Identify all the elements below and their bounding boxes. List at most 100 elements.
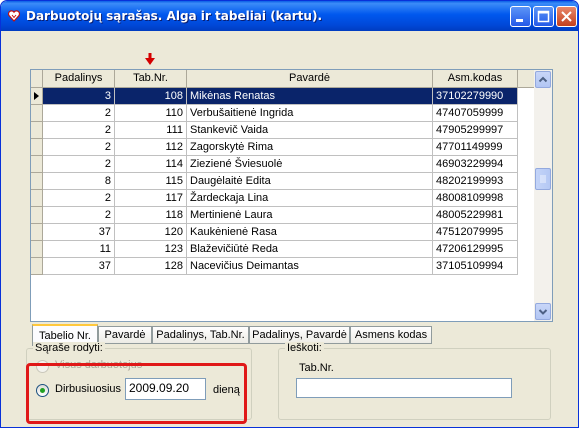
cell-pavarde[interactable]: Nacevičius Deimantas	[187, 258, 433, 275]
cell-pavarde[interactable]: Mertinienė Laura	[187, 207, 433, 224]
table-row[interactable]: 37 128 Nacevičius Deimantas 37105109994	[31, 258, 534, 275]
cell-pavarde[interactable]: Zieziené Šviesuolė	[187, 156, 433, 173]
cell-asm-kodas[interactable]: 47512079995	[433, 224, 518, 241]
row-indicator[interactable]	[31, 156, 43, 173]
cell-tab-nr[interactable]: 123	[115, 241, 187, 258]
cell-pavarde[interactable]: Mikėnas Renatas	[187, 88, 433, 105]
cell-asm-kodas[interactable]: 47407059999	[433, 105, 518, 122]
cell-pavarde[interactable]: Kaukėnienė Rasa	[187, 224, 433, 241]
cell-pavarde[interactable]: Zagorskytė Rima	[187, 139, 433, 156]
table-row[interactable]: 2 114 Zieziené Šviesuolė 46903229994	[31, 156, 534, 173]
search-legend: Ieškoti:	[285, 342, 324, 354]
cell-padalinys[interactable]: 2	[43, 122, 115, 139]
row-indicator[interactable]	[31, 258, 43, 275]
cell-asm-kodas[interactable]: 48008109998	[433, 190, 518, 207]
tab-asmens-kodas[interactable]: Asmens kodas	[350, 326, 432, 344]
cell-padalinys[interactable]: 2	[43, 190, 115, 207]
cell-tab-nr[interactable]: 118	[115, 207, 187, 224]
close-icon	[561, 11, 572, 22]
table-row[interactable]: 37 120 Kaukėnienė Rasa 47512079995	[31, 224, 534, 241]
row-indicator[interactable]	[31, 207, 43, 224]
cell-padalinys[interactable]: 3	[43, 88, 115, 105]
close-button[interactable]	[556, 6, 577, 27]
row-indicator[interactable]	[31, 105, 43, 122]
sort-arrow-icon	[145, 53, 155, 65]
grip-icon	[540, 175, 546, 183]
row-indicator[interactable]	[31, 224, 43, 241]
cell-asm-kodas[interactable]: 48202199993	[433, 173, 518, 190]
minimize-button[interactable]	[510, 6, 531, 27]
cell-padalinys[interactable]: 2	[43, 156, 115, 173]
row-indicator[interactable]	[31, 139, 43, 156]
column-header-pavarde[interactable]: Pavardė	[187, 70, 433, 88]
app-heart-icon	[7, 10, 21, 22]
cell-padalinys[interactable]: 37	[43, 258, 115, 275]
cell-tab-nr[interactable]: 112	[115, 139, 187, 156]
tab-padalinys-tab-nr[interactable]: Padalinys, Tab.Nr.	[152, 326, 249, 344]
chevron-down-icon	[538, 309, 548, 315]
cell-tab-nr[interactable]: 110	[115, 105, 187, 122]
window-title: Darbuotojų sąrašas. Alga ir tabeliai (ka…	[26, 9, 322, 23]
column-header-padalinys[interactable]: Padalinys	[43, 70, 115, 88]
table-row[interactable]: 8 115 Daugėlaitė Edita 48202199993	[31, 173, 534, 190]
table-row[interactable]: 2 110 Verbušaitienė Ingrida 47407059999	[31, 105, 534, 122]
maximize-icon	[537, 10, 550, 23]
table-row[interactable]: 3 108 Mikėnas Renatas 37102279990	[31, 88, 534, 105]
row-indicator[interactable]	[31, 88, 43, 105]
cell-tab-nr[interactable]: 117	[115, 190, 187, 207]
cell-pavarde[interactable]: Blaževičiūtė Reda	[187, 241, 433, 258]
cell-padalinys[interactable]: 11	[43, 241, 115, 258]
scroll-down-button[interactable]	[535, 303, 551, 320]
grid-corner-header	[31, 70, 43, 88]
title-bar[interactable]: Darbuotojų sąrašas. Alga ir tabeliai (ka…	[1, 1, 578, 31]
cell-padalinys[interactable]: 8	[43, 173, 115, 190]
maximize-button[interactable]	[533, 6, 554, 27]
chevron-up-icon	[538, 76, 548, 83]
cell-pavarde[interactable]: Stankevič Vaida	[187, 122, 433, 139]
cell-asm-kodas[interactable]: 48005229981	[433, 207, 518, 224]
table-row[interactable]: 2 118 Mertinienė Laura 48005229981	[31, 207, 534, 224]
cell-pavarde[interactable]: Verbušaitienė Ingrida	[187, 105, 433, 122]
cell-tab-nr[interactable]: 114	[115, 156, 187, 173]
cell-tab-nr[interactable]: 115	[115, 173, 187, 190]
search-tab-nr-input[interactable]	[296, 378, 512, 398]
current-row-arrow-icon	[34, 92, 39, 100]
main-window: Darbuotojų sąrašas. Alga ir tabeliai (ka…	[0, 0, 579, 428]
cell-pavarde[interactable]: Daugėlaitė Edita	[187, 173, 433, 190]
cell-padalinys[interactable]: 2	[43, 139, 115, 156]
table-row[interactable]: 2 117 Žardeckaja Lina 48008109998	[31, 190, 534, 207]
row-indicator[interactable]	[31, 241, 43, 258]
cell-padalinys[interactable]: 2	[43, 105, 115, 122]
cell-tab-nr[interactable]: 108	[115, 88, 187, 105]
cell-asm-kodas[interactable]: 47701149999	[433, 139, 518, 156]
row-indicator[interactable]	[31, 122, 43, 139]
row-indicator[interactable]	[31, 190, 43, 207]
scroll-up-button[interactable]	[535, 71, 551, 88]
cell-asm-kodas[interactable]: 46903229994	[433, 156, 518, 173]
employee-grid[interactable]: Padalinys Tab.Nr. Pavardė Asm.kodas 3 108…	[30, 69, 553, 322]
cell-tab-nr[interactable]: 111	[115, 122, 187, 139]
cell-asm-kodas[interactable]: 47905299997	[433, 122, 518, 139]
cell-asm-kodas[interactable]: 47206129995	[433, 241, 518, 258]
cell-tab-nr[interactable]: 128	[115, 258, 187, 275]
cell-pavarde[interactable]: Žardeckaja Lina	[187, 190, 433, 207]
minimize-icon	[516, 19, 523, 22]
table-row[interactable]: 2 111 Stankevič Vaida 47905299997	[31, 122, 534, 139]
grid-header-filler	[518, 70, 534, 88]
tab-pavarde[interactable]: Pavardė	[98, 326, 152, 344]
grid-vertical-scrollbar[interactable]	[534, 70, 552, 321]
search-group: Ieškoti: Tab.Nr.	[278, 342, 551, 420]
scroll-thumb[interactable]	[535, 168, 551, 190]
table-row[interactable]: 2 112 Zagorskytė Rima 47701149999	[31, 139, 534, 156]
show-list-legend: Sąraše rodyti:	[33, 342, 105, 354]
table-row[interactable]: 11 123 Blaževičiūtė Reda 47206129995	[31, 241, 534, 258]
cell-padalinys[interactable]: 37	[43, 224, 115, 241]
cell-tab-nr[interactable]: 120	[115, 224, 187, 241]
column-header-tab-nr[interactable]: Tab.Nr.	[115, 70, 187, 88]
cell-asm-kodas[interactable]: 37105109994	[433, 258, 518, 275]
column-header-asm-kodas[interactable]: Asm.kodas	[433, 70, 518, 88]
cell-asm-kodas[interactable]: 37102279990	[433, 88, 518, 105]
row-indicator[interactable]	[31, 173, 43, 190]
search-tab-nr-label: Tab.Nr.	[299, 362, 334, 374]
cell-padalinys[interactable]: 2	[43, 207, 115, 224]
